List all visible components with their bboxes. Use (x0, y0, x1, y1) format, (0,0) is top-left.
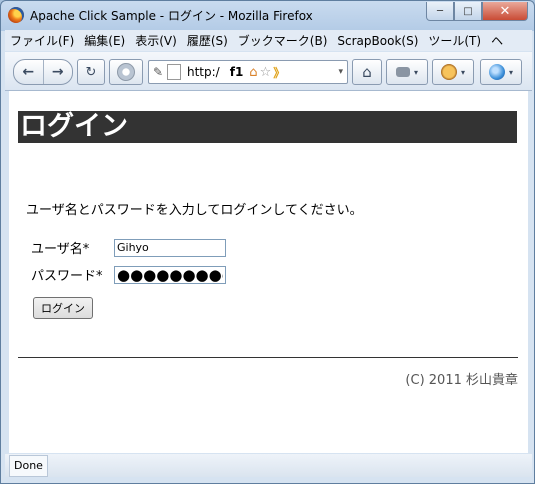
maximize-button[interactable]: □ (454, 2, 482, 21)
firefox-logo-icon (8, 7, 24, 23)
menu-history[interactable]: 履歴(S) (182, 32, 233, 49)
home-feed-icon[interactable]: ⌂ (249, 65, 257, 80)
url-bar[interactable]: ✎ http:/ f1 ⌂ ☆ 》 ▾ (148, 60, 348, 84)
window-controls: ─ □ ✕ (426, 2, 528, 21)
key-icon: ✎ (152, 65, 164, 79)
status-bar: Done (5, 454, 532, 477)
bookmark-star-icon[interactable]: ☆ (260, 65, 272, 80)
site-identity-button[interactable] (109, 59, 143, 85)
navigation-toolbar: ← → ↻ ✎ http:/ f1 ⌂ ☆ 》 ▾ ⌂ ▾ ▾ ▾ (5, 52, 532, 91)
back-button[interactable]: ← (14, 60, 43, 84)
page-icon (167, 64, 181, 80)
password-row: パスワード* (31, 265, 226, 284)
username-row: ユーザ名* (31, 238, 226, 257)
password-input[interactable] (114, 265, 226, 284)
username-input[interactable] (114, 238, 226, 257)
menu-bookmarks[interactable]: ブックマーク(B) (233, 32, 333, 49)
url-text: http:/ (187, 65, 220, 79)
addon-dropdown-icon: ▾ (413, 67, 418, 77)
menu-view[interactable]: 表示(V) (130, 32, 182, 49)
menu-tools[interactable]: ツール(T) (423, 32, 486, 49)
monkey-icon (440, 64, 457, 80)
status-text: Done (9, 455, 48, 477)
window-title: Apache Click Sample - ログイン - Mozilla Fir… (30, 9, 313, 23)
url-dropdown-icon[interactable]: ▾ (338, 67, 343, 77)
addon-button-1[interactable]: ▾ (386, 59, 428, 85)
globe-icon (117, 63, 135, 81)
addon-icon (395, 67, 410, 77)
reload-icon: ↻ (85, 64, 97, 80)
footer-divider (18, 357, 518, 358)
page-title: ログイン (18, 111, 517, 143)
login-button[interactable]: ログイン (33, 297, 93, 319)
copyright-footer: (C) 2011 杉山貴章 (405, 373, 518, 388)
page-viewport: ログイン ユーザ名とパスワードを入力してログインしてください。 ユーザ名* パス… (9, 91, 528, 453)
menu-help[interactable]: ヘ (486, 32, 508, 49)
back-forward-group: ← → (13, 59, 73, 85)
menu-file[interactable]: ファイル(F) (5, 32, 79, 49)
chat-dropdown-icon: ▾ (508, 67, 513, 77)
chat-bubble-icon (488, 64, 505, 80)
home-button[interactable]: ⌂ (352, 59, 382, 85)
url-suffix: f1 (229, 65, 244, 79)
forward-button[interactable]: → (42, 60, 73, 84)
monkey-dropdown-icon: ▾ (460, 67, 465, 77)
reload-button[interactable]: ↻ (77, 59, 105, 85)
menu-bar: ファイル(F) 編集(E) 表示(V) 履歴(S) ブックマーク(B) Scra… (5, 30, 532, 51)
home-icon: ⌂ (362, 63, 372, 81)
instruction-text: ユーザ名とパスワードを入力してログインしてください。 (26, 203, 363, 218)
forward-arrow-icon: → (51, 64, 64, 80)
chat-button[interactable]: ▾ (480, 59, 522, 85)
close-button[interactable]: ✕ (482, 2, 528, 21)
username-label: ユーザ名* (31, 242, 90, 257)
title-bar: Apache Click Sample - ログイン - Mozilla Fir… (1, 1, 534, 29)
minimize-button[interactable]: ─ (426, 2, 454, 21)
go-arrow-icon[interactable]: 》 (273, 64, 285, 81)
menu-scrapbook[interactable]: ScrapBook(S) (332, 34, 423, 48)
menu-edit[interactable]: 編集(E) (79, 32, 130, 49)
back-arrow-icon: ← (22, 64, 35, 80)
greasemonkey-button[interactable]: ▾ (432, 59, 474, 85)
browser-window: Apache Click Sample - ログイン - Mozilla Fir… (0, 0, 535, 484)
password-label: パスワード* (31, 269, 103, 284)
